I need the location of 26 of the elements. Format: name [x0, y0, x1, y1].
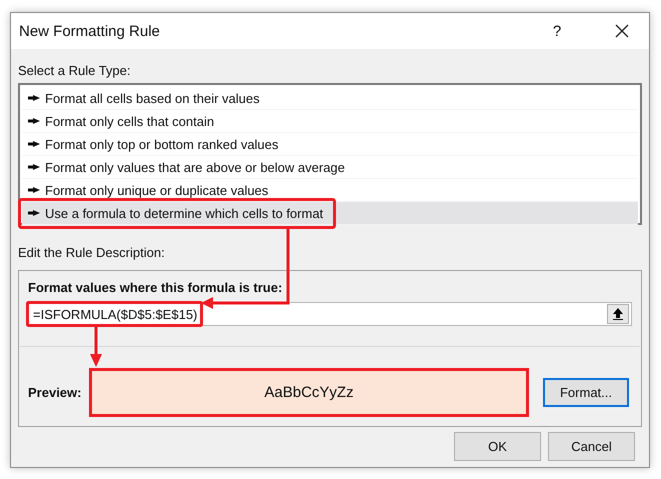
format-button[interactable]: Format... — [543, 378, 629, 407]
section-label: Edit the Rule Description: — [18, 244, 165, 262]
formula-label: Format values where this formula is true: — [28, 279, 282, 297]
dialog-button[interactable]: Cancel — [548, 432, 635, 461]
rule-type-item[interactable]: Use a formula to determine which cells to format — [22, 202, 638, 225]
preview-label: Preview: — [28, 385, 82, 400]
upload-icon — [613, 308, 623, 320]
pointer-icon — [28, 163, 40, 171]
section-label: Select a Rule Type: — [18, 62, 130, 80]
rule-type-item[interactable]: Format all cells based on their values — [22, 87, 638, 110]
pointer-icon — [28, 140, 40, 148]
pointer-icon — [28, 94, 40, 102]
pointer-icon — [28, 186, 40, 194]
preview-sample: AaBbCcYyZz — [89, 368, 529, 417]
close-icon[interactable] — [615, 24, 629, 38]
callout-arrow — [90, 327, 102, 367]
help-button[interactable]: ? — [547, 22, 567, 40]
rule-type-item[interactable]: Format only values that are above or below average — [22, 156, 638, 179]
window-title: New Formatting Rule — [19, 22, 161, 40]
pointer-icon — [28, 117, 40, 125]
formula-field[interactable]: =ISFORMULA($D$5:$E$15) — [28, 302, 632, 326]
rule-type-item[interactable]: Format only top or bottom ranked values — [22, 133, 638, 156]
rule-type-item[interactable]: Format only cells that contain — [22, 110, 638, 133]
pointer-icon — [28, 209, 40, 217]
dialog-button[interactable]: OK — [454, 432, 541, 461]
collapse-button[interactable] — [607, 304, 629, 324]
